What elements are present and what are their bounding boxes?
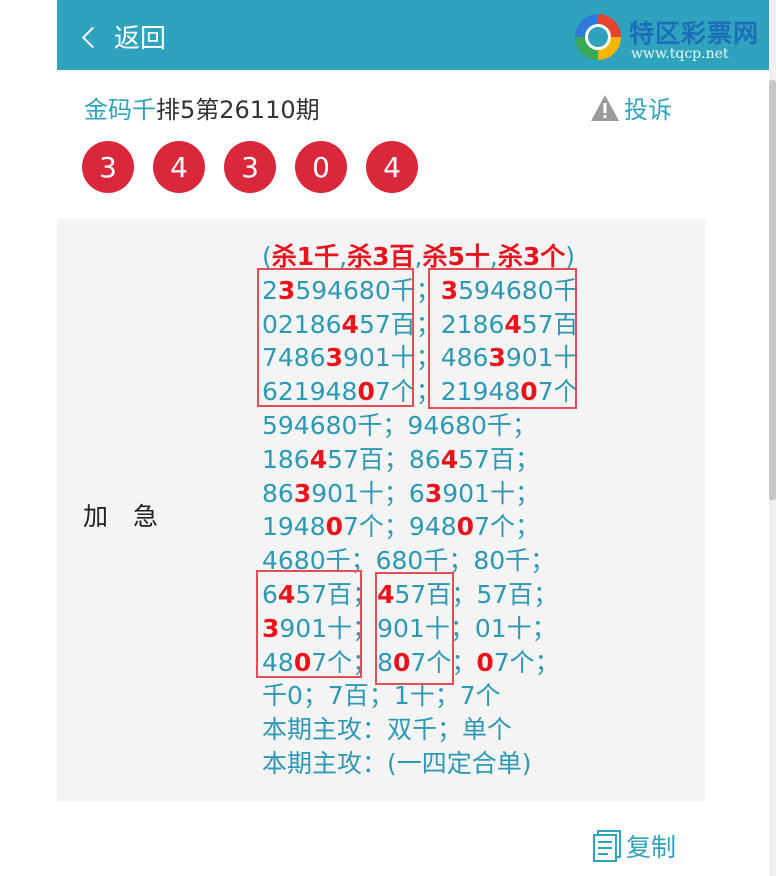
site-logo: 特区彩票网 www.tqcp.net: [575, 12, 775, 68]
logo-name: 特区彩票网: [629, 19, 760, 48]
line-text: 57百；: [458, 444, 540, 474]
line-text: 57百；86: [327, 444, 441, 474]
prediction-line: 本期主攻：双千；单个: [262, 713, 579, 747]
highlight-digit: 0: [476, 647, 494, 677]
highlight-box: [256, 570, 362, 678]
prediction-line: 863901十；63901十；: [262, 477, 579, 511]
highlight-digit: 杀3个: [497, 242, 566, 271]
copy-button[interactable]: 复制: [592, 828, 676, 864]
urgent-label: 加 急: [83, 502, 159, 531]
line-text: (: [262, 242, 272, 271]
highlight-box: [375, 572, 454, 685]
complain-button[interactable]: 投诉: [590, 90, 672, 125]
line-text: ,: [489, 242, 498, 271]
back-label: 返回: [114, 24, 167, 54]
highlight-digit: 0: [456, 512, 475, 542]
prediction-line: 594680千；94680千；: [262, 409, 579, 443]
line-text: 594680千；94680千；: [262, 410, 537, 440]
line-text: 1948: [262, 512, 326, 542]
line-text: 千0；7百；1十；7个: [262, 681, 501, 711]
top-header: 返回 特区彩票网 www.tqcp.net: [57, 0, 769, 70]
line-text: ,: [339, 242, 348, 271]
highlight-digit: 杀5十: [422, 242, 490, 271]
logo-ring-icon: [575, 14, 621, 60]
title-issue: 排5第26110期: [156, 96, 320, 124]
line-text: 901十；: [442, 478, 540, 508]
copy-icon: [593, 830, 621, 862]
result-ball: 0: [295, 141, 347, 193]
line-text: 7个；: [493, 647, 560, 677]
prediction-line: 本期主攻：(一四定合单): [262, 747, 579, 781]
complain-label: 投诉: [624, 96, 672, 124]
scrollbar[interactable]: [769, 0, 776, 876]
highlight-box: [257, 268, 414, 407]
title-brand: 金码千: [84, 96, 156, 124]
line-text: 本期主攻：双千；单个: [262, 715, 513, 745]
result-ball: 4: [366, 141, 418, 193]
chevron-left-icon: [81, 26, 104, 49]
highlight-digit: 杀3百: [347, 242, 415, 271]
copy-label: 复制: [626, 833, 677, 862]
logo-url: www.tqcp.net: [631, 46, 729, 62]
prediction-line: 194807个；94807个；: [262, 510, 579, 544]
highlight-box: [428, 268, 577, 409]
highlight-digit: 杀1千: [271, 242, 340, 271]
line-text: 186: [262, 444, 310, 474]
draw-result-balls: 3 4 3 0 4: [82, 141, 437, 193]
highlight-digit: 0: [325, 512, 344, 542]
result-ball: 4: [153, 141, 205, 193]
back-button[interactable]: 返回: [81, 18, 167, 55]
highlight-digit: 3: [293, 478, 312, 508]
highlight-digit: 3: [424, 478, 443, 508]
scrollbar-thumb[interactable]: [769, 80, 776, 500]
line-text: ): [565, 242, 576, 271]
warning-icon: [591, 94, 619, 121]
line-text: 7个；948: [343, 512, 457, 542]
line-text: 本期主攻：(一四定合单): [262, 748, 532, 778]
highlight-digit: 4: [440, 444, 459, 474]
line-text: 7个；: [474, 512, 540, 542]
result-ball: 3: [82, 141, 134, 193]
page-title: 金码千排5第26110期: [84, 90, 320, 125]
result-ball: 3: [224, 141, 276, 193]
line-text: 86: [262, 478, 294, 508]
highlight-digit: 4: [309, 444, 328, 474]
prediction-line: 186457百；86457百；: [262, 443, 579, 477]
line-text: 901十；6: [311, 478, 425, 508]
prediction-panel: 加 急 (杀1千,杀3百,杀5十,杀3个) 23594680千；3594680千 0…: [57, 219, 705, 801]
